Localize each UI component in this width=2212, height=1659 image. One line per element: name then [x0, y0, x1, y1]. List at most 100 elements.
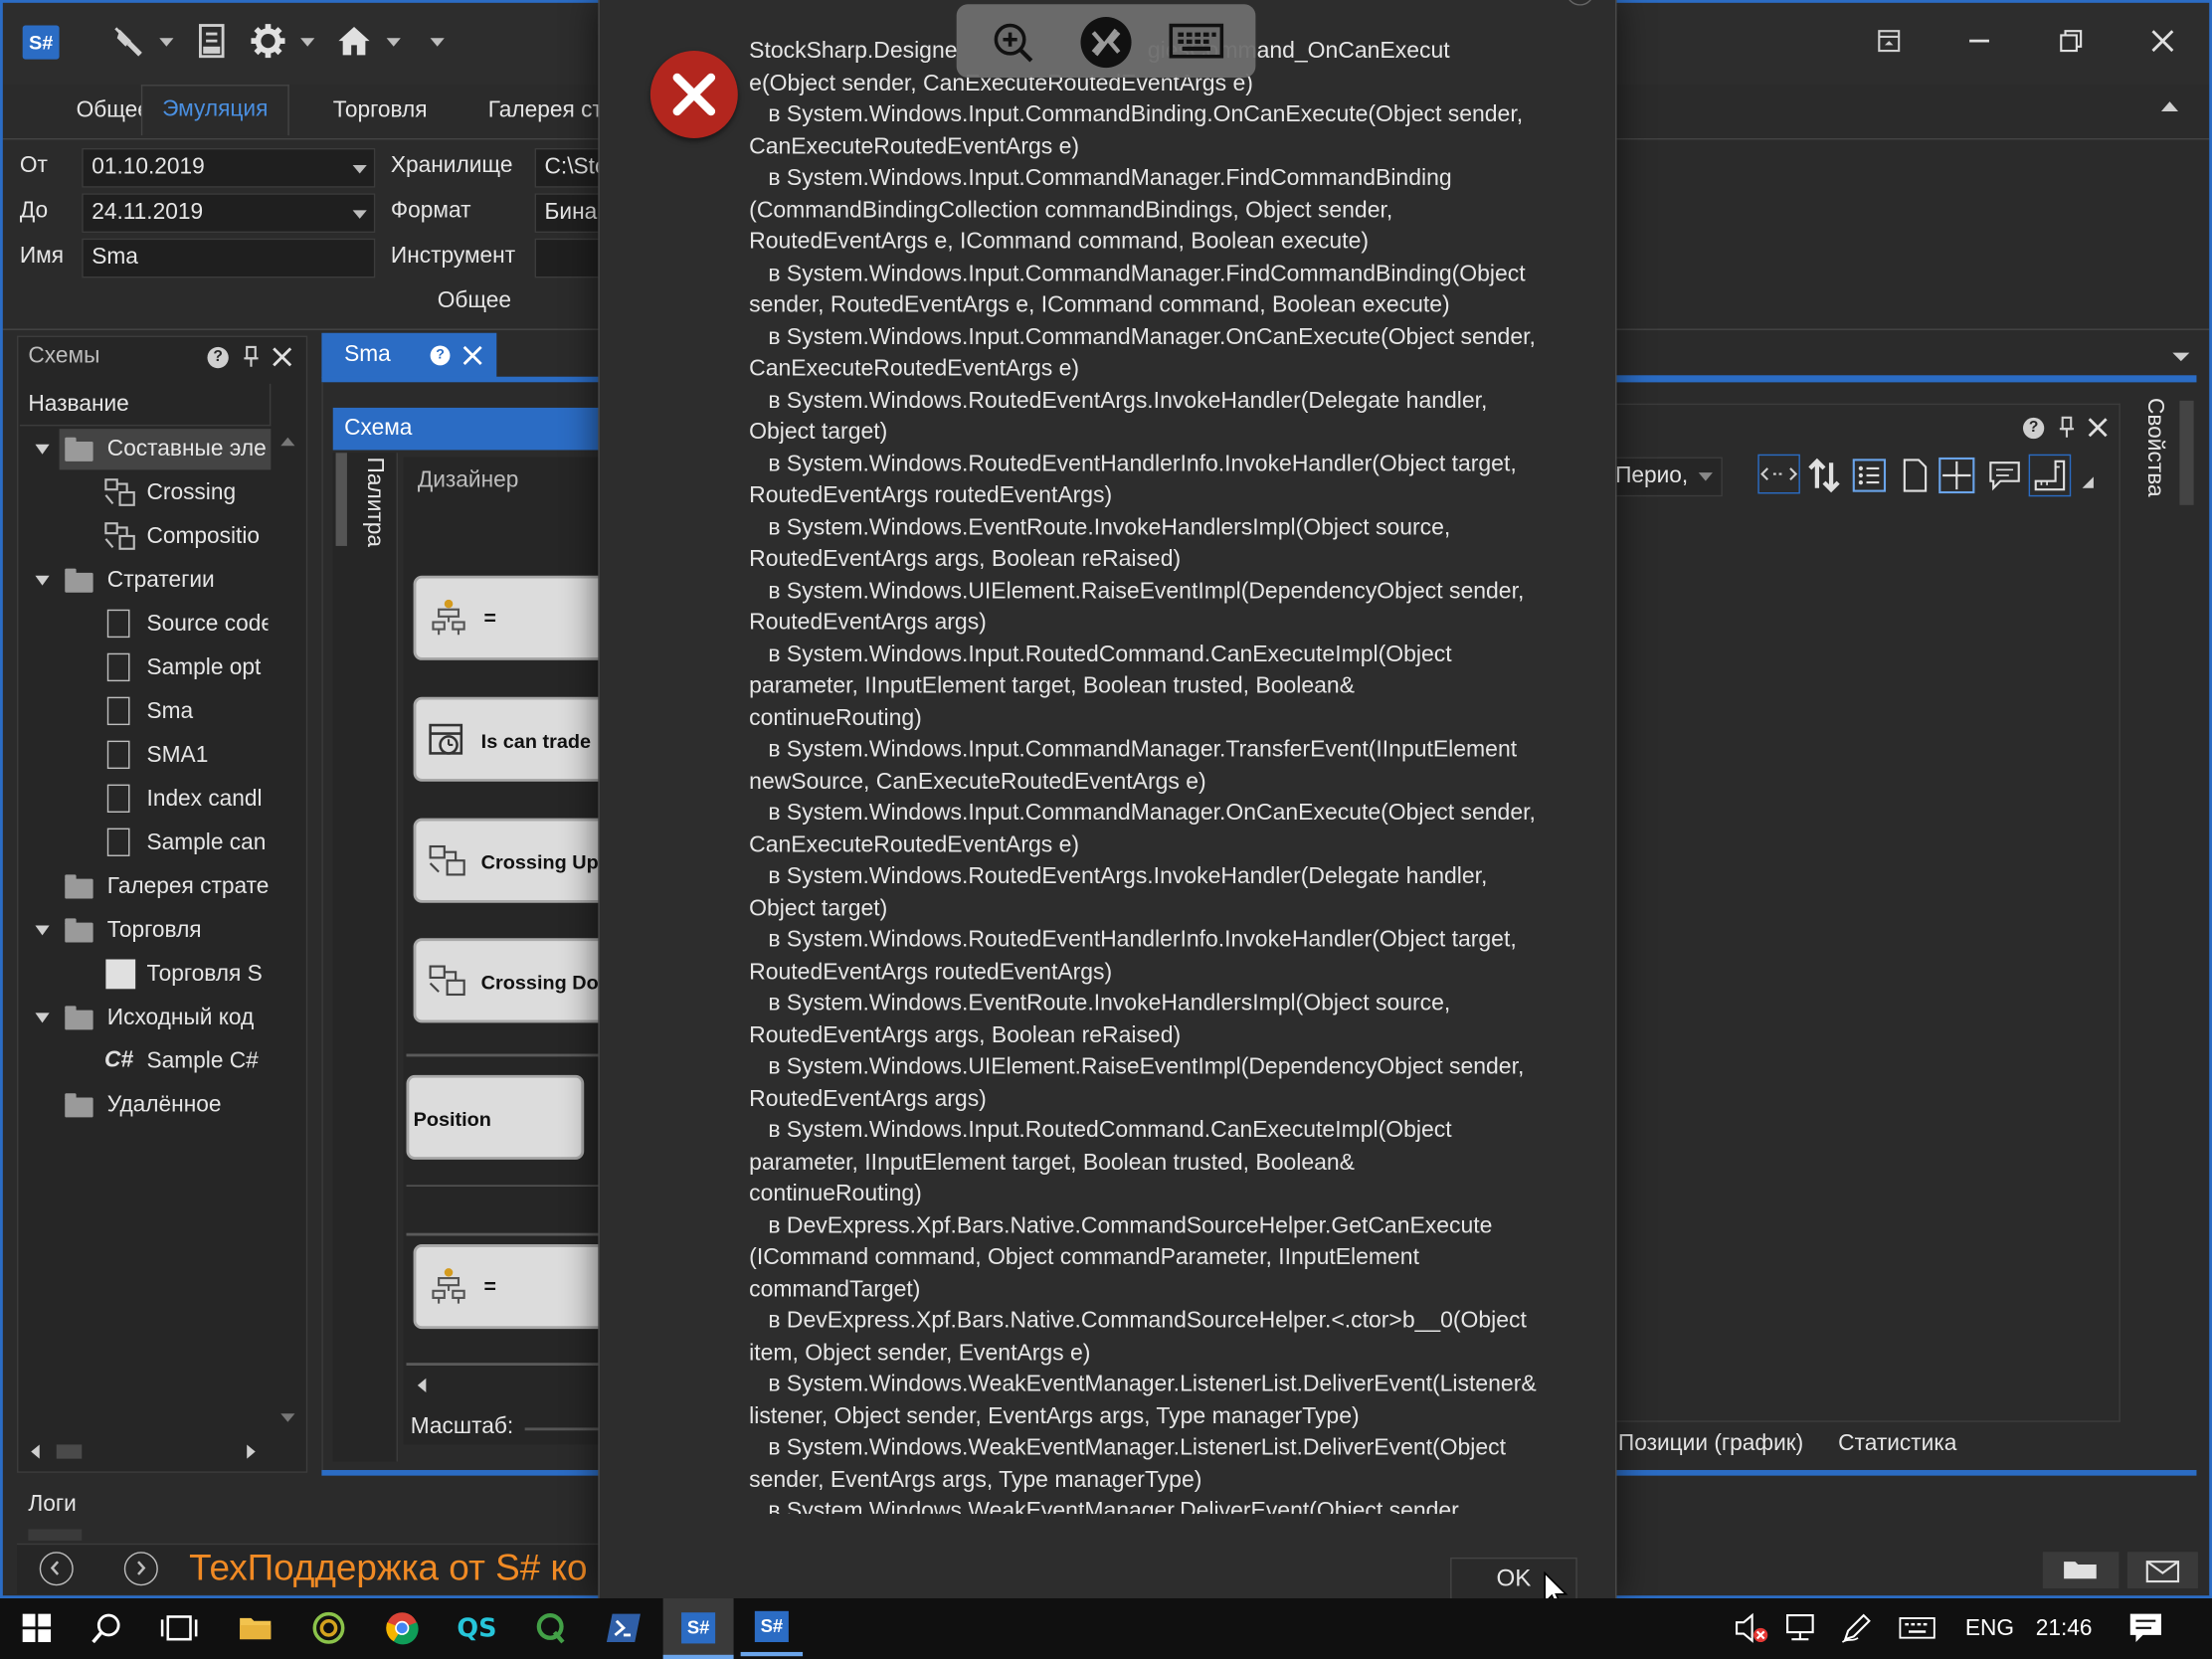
pin-icon[interactable] [2058, 416, 2075, 439]
help-icon[interactable]: ? [2022, 417, 2045, 440]
remote-connection-icon[interactable] [1080, 17, 1132, 69]
tree-item[interactable]: Галерея страте [107, 864, 269, 908]
chevron-down-icon[interactable] [352, 164, 367, 174]
tree-item[interactable]: Стратегии [107, 559, 269, 603]
previous-icon[interactable] [39, 1552, 74, 1586]
file-explorer-icon[interactable] [225, 1599, 286, 1656]
tree-item[interactable]: Index candl [147, 778, 269, 822]
from-date-input[interactable]: 01.10.2019 [82, 147, 376, 188]
crosshair-icon[interactable] [1938, 457, 1975, 494]
tree-item[interactable]: Исходный код [107, 996, 269, 1039]
tab-statistics[interactable]: Статистика [1838, 1432, 1956, 1458]
collapse-ribbon-icon[interactable] [2160, 101, 2179, 112]
palette-node-crossing-up[interactable]: Crossing Up [413, 818, 612, 903]
expand-chevron-icon[interactable] [35, 1013, 50, 1023]
tree-item[interactable]: Торговля S [147, 952, 269, 996]
tree-item[interactable]: Торговля [107, 908, 269, 952]
palette-node-position[interactable]: Position [406, 1074, 585, 1160]
volume-muted-icon[interactable] [1733, 1609, 1769, 1646]
q-app-icon[interactable] [519, 1599, 581, 1656]
tree-item[interactable]: Составные эле [107, 428, 269, 471]
scale-slider[interactable] [524, 1427, 602, 1431]
tree-item[interactable]: Sample can [147, 822, 269, 865]
tab-positions-chart[interactable]: Позиции (график) [1618, 1432, 1803, 1458]
tab-dropdown-icon[interactable] [2172, 352, 2190, 362]
to-date-input[interactable]: 24.11.2019 [82, 193, 376, 234]
chevron-down-icon[interactable] [159, 38, 174, 47]
stocksharp-app-2-icon[interactable]: S# [740, 1599, 804, 1657]
tree-item[interactable]: Sample C# [147, 1039, 269, 1083]
name-input[interactable]: Sma [82, 238, 376, 278]
document-icon[interactable] [1899, 458, 1930, 494]
expand-chevron-icon[interactable] [35, 925, 50, 936]
expand-chevron-icon[interactable] [35, 575, 50, 586]
palette-sidebar[interactable] [332, 453, 398, 1462]
ruler-icon[interactable] [2028, 454, 2072, 497]
log-file-icon[interactable] [193, 23, 230, 60]
qs-app-icon[interactable]: QS [446, 1599, 507, 1656]
pen-icon[interactable] [1838, 1609, 1875, 1646]
close-icon[interactable] [273, 347, 292, 367]
tab-trading[interactable]: Торговля [313, 88, 448, 138]
mail-icon[interactable] [2126, 1552, 2198, 1589]
chevron-down-icon[interactable] [300, 38, 315, 47]
maximize-icon[interactable] [2053, 23, 2090, 60]
start-button[interactable] [6, 1599, 68, 1656]
chevron-down-icon[interactable] [386, 38, 401, 47]
app-green-spiral-icon[interactable] [297, 1599, 359, 1656]
restore-icon[interactable] [1871, 23, 1908, 60]
palette-node-equals-2[interactable]: = [413, 1244, 612, 1330]
close-icon[interactable] [2088, 418, 2108, 438]
touch-keyboard-icon[interactable] [1899, 1609, 1936, 1646]
action-center-icon[interactable] [2127, 1609, 2164, 1646]
keyboard-icon[interactable] [1168, 23, 1224, 63]
scroll-left-icon[interactable] [31, 1444, 40, 1459]
network-status-icon[interactable] [1781, 1609, 1818, 1646]
minimize-icon[interactable] [1961, 23, 1998, 60]
comment-icon[interactable] [1986, 459, 2023, 492]
palette-node-is-can-trade[interactable]: Is can trade [413, 696, 612, 782]
zoom-in-icon[interactable] [991, 20, 1035, 65]
tree-item[interactable]: Sma [147, 690, 269, 734]
properties-side-tab[interactable]: Свойства [2130, 398, 2167, 525]
powershell-icon[interactable] [593, 1599, 654, 1656]
pin-off-icon[interactable] [110, 23, 147, 60]
help-icon[interactable]: ? [207, 346, 229, 369]
stocksharp-app-icon[interactable]: S# [667, 1599, 729, 1656]
support-banner[interactable]: ТехПоддержка от S# ко [189, 1547, 601, 1590]
chevron-down-icon[interactable] [352, 210, 367, 219]
sort-arrows-icon[interactable] [1806, 458, 1843, 494]
tree-item[interactable]: Crossing [147, 471, 269, 515]
designer-hscroll-left-icon[interactable] [417, 1378, 427, 1392]
next-icon[interactable] [123, 1552, 158, 1586]
palette-node-crossing-down[interactable]: Crossing Do [413, 938, 612, 1023]
right-scrollbar[interactable] [2179, 400, 2194, 505]
list-icon[interactable] [1851, 458, 1888, 494]
clock[interactable]: 21:46 [2036, 1616, 2093, 1642]
chart-range-icon[interactable] [1757, 454, 1800, 494]
tree-item[interactable]: Source code [147, 603, 269, 646]
chevron-down-icon[interactable] [1698, 472, 1713, 481]
chrome-icon[interactable] [371, 1599, 433, 1656]
palette-node-equals[interactable]: = [413, 575, 612, 660]
gear-icon[interactable] [250, 23, 286, 60]
language-indicator[interactable]: ENG [1965, 1616, 2014, 1642]
task-view-icon[interactable] [148, 1599, 210, 1656]
scroll-thumb[interactable] [56, 1444, 83, 1459]
tree-item[interactable]: Compositio [147, 515, 269, 559]
tree-item[interactable]: Sample opt [147, 646, 269, 690]
toolbar-overflow-icon[interactable] [2082, 476, 2094, 488]
tab-emulation[interactable]: Эмуляция [140, 85, 289, 136]
tree-item[interactable]: SMA1 [147, 734, 269, 778]
tree-vscroll-down-icon[interactable] [280, 1413, 295, 1422]
close-icon[interactable] [462, 345, 482, 366]
customize-toolbar-icon[interactable] [430, 38, 445, 47]
pin-icon[interactable] [243, 345, 260, 369]
tree-item[interactable]: Удалённое [107, 1083, 269, 1127]
help-icon[interactable]: ? [430, 345, 451, 366]
scroll-right-icon[interactable] [247, 1444, 256, 1459]
close-icon[interactable] [2144, 23, 2181, 60]
search-icon[interactable] [77, 1599, 138, 1656]
tree-vscroll-up-icon[interactable] [280, 437, 295, 447]
home-icon[interactable] [336, 23, 373, 60]
